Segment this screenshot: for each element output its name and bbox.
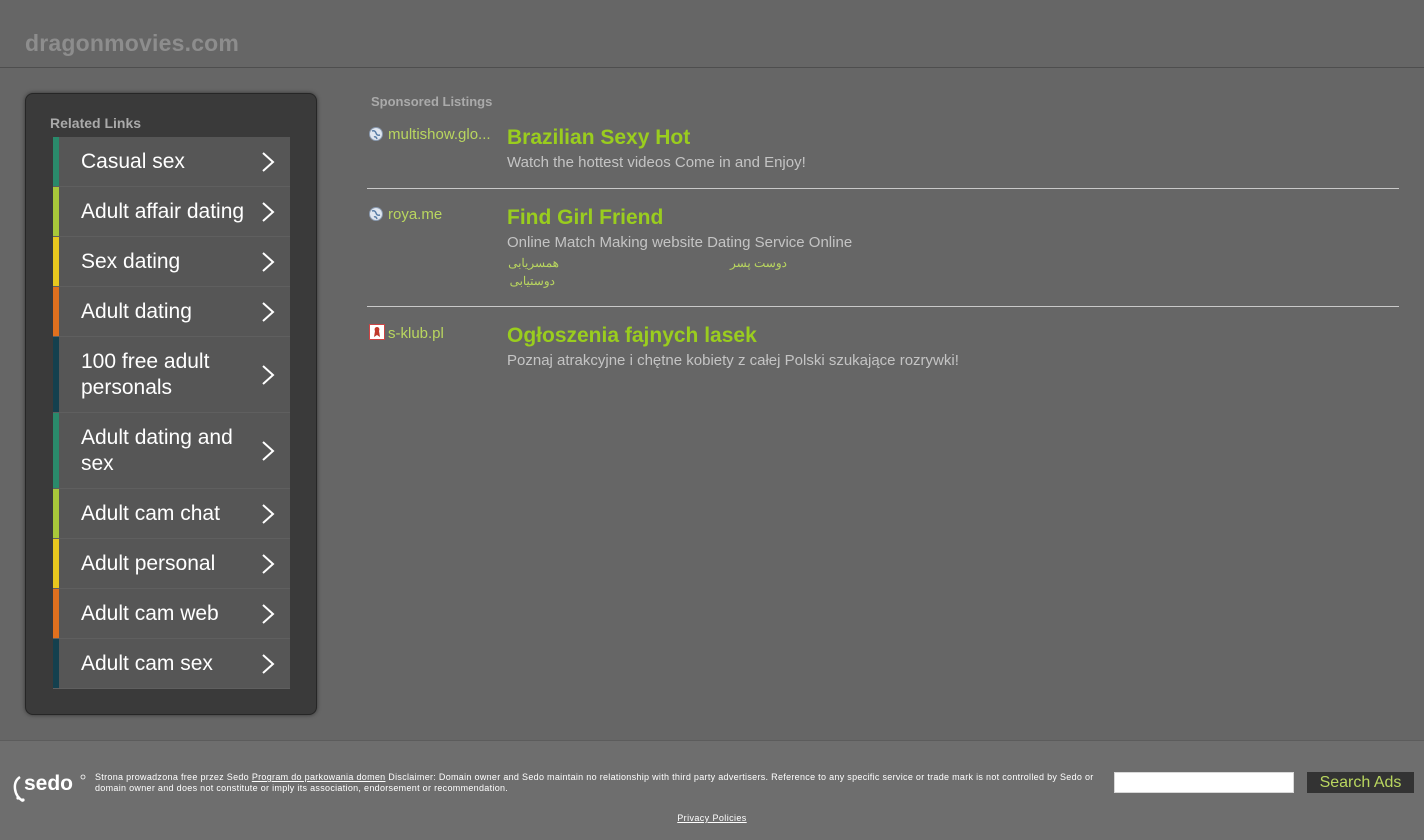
search-ads-button[interactable]: Search Ads [1307,772,1414,793]
related-link-sex-dating[interactable]: Sex dating [53,237,290,287]
ad-site-link[interactable]: s-klub.pl [388,325,496,342]
related-link-adult-personal[interactable]: Adult personal [53,539,290,589]
ad-listing: s-klub.pl Ogłoszenia fajnych lasek Pozna… [367,322,1399,382]
related-link-label: Adult affair dating [81,199,245,223]
globe-icon [369,207,383,221]
related-link-label: Casual sex [81,149,185,173]
related-links-title: Related Links [50,115,142,131]
search-ads-input[interactable] [1114,772,1294,793]
ad-description: Online Match Making website Dating Servi… [507,234,853,251]
globe-icon [369,127,383,141]
ad-title-link[interactable]: Find Girl Friend [507,206,663,230]
chevron-right-icon [262,301,275,322]
related-link-label: 100 free adult personals [81,350,210,399]
ad-site-link[interactable]: multishow.glo... [388,126,496,143]
privacy-row: Privacy Policies [0,813,1424,823]
related-link-adult-cam-web[interactable]: Adult cam web [53,589,290,639]
ad-title-link[interactable]: Ogłoszenia fajnych lasek [507,324,757,348]
chevron-right-icon [262,201,275,222]
chevron-right-icon [262,553,275,574]
page-header: dragonmovies.com [0,0,1424,68]
chevron-right-icon [262,653,275,674]
footer-disclaimer: Strona prowadzona free przez Sedo Progra… [95,772,1095,794]
related-link-adult-cam-chat[interactable]: Adult cam chat [53,489,290,539]
related-link-label: Adult dating [81,299,192,323]
privacy-policies-link[interactable]: Privacy Policies [677,813,746,823]
ad-description: Watch the hottest videos Come in and Enj… [507,154,806,171]
ad-listing: roya.me Find Girl Friend Online Match Ma… [367,204,1399,307]
related-link-label: Adult dating and sex [81,426,233,475]
chevron-right-icon [262,440,275,461]
related-link-label: Adult cam web [81,601,219,625]
related-link-100-free-adult-personals[interactable]: 100 free adult personals [53,337,290,413]
related-link-adult-dating[interactable]: Adult dating [53,287,290,337]
related-link-label: Adult cam sex [81,651,213,675]
ad-sublink[interactable]: دوست پسر [729,256,787,270]
disclaimer-prefix: Strona prowadzona free przez Sedo [95,772,249,782]
related-link-label: Sex dating [81,249,181,273]
related-links-panel: Related Links Casual sex Adult affair da… [25,93,317,715]
chevron-right-icon [262,603,275,624]
related-link-casual-sex[interactable]: Casual sex [53,137,290,187]
chevron-right-icon [262,151,275,172]
sponsored-listings-title: Sponsored Listings [371,94,493,109]
page-footer: sedo Strona prowadzona free przez Sedo P… [0,740,1424,840]
ad-sublink[interactable]: همسریابی [507,256,559,270]
related-link-adult-cam-sex[interactable]: Adult cam sex [53,639,290,689]
chevron-right-icon [262,364,275,385]
ad-description: Poznaj atrakcyjne i chętne kobiety z cał… [507,352,959,369]
sedo-logo[interactable]: sedo [11,771,87,803]
related-link-adult-dating-and-sex[interactable]: Adult dating and sex [53,413,290,489]
ad-title-link[interactable]: Brazilian Sexy Hot [507,126,690,150]
ad-site-link[interactable]: roya.me [388,206,496,223]
sedo-logo-text: sedo [24,772,73,795]
related-link-label: Adult cam chat [81,501,220,525]
ad-listing: multishow.glo... Brazilian Sexy Hot Watc… [367,124,1399,189]
site-favicon-icon [369,324,385,340]
ad-sublink[interactable]: دوستیابی [507,274,555,288]
parking-program-link[interactable]: Program do parkowania domen [252,772,386,782]
domain-title[interactable]: dragonmovies.com [25,30,239,57]
chevron-right-icon [262,251,275,272]
related-link-label: Adult personal [81,551,216,575]
related-links-list: Casual sex Adult affair dating Sex datin… [53,137,290,689]
chevron-right-icon [262,503,275,524]
related-link-adult-affair-dating[interactable]: Adult affair dating [53,187,290,237]
